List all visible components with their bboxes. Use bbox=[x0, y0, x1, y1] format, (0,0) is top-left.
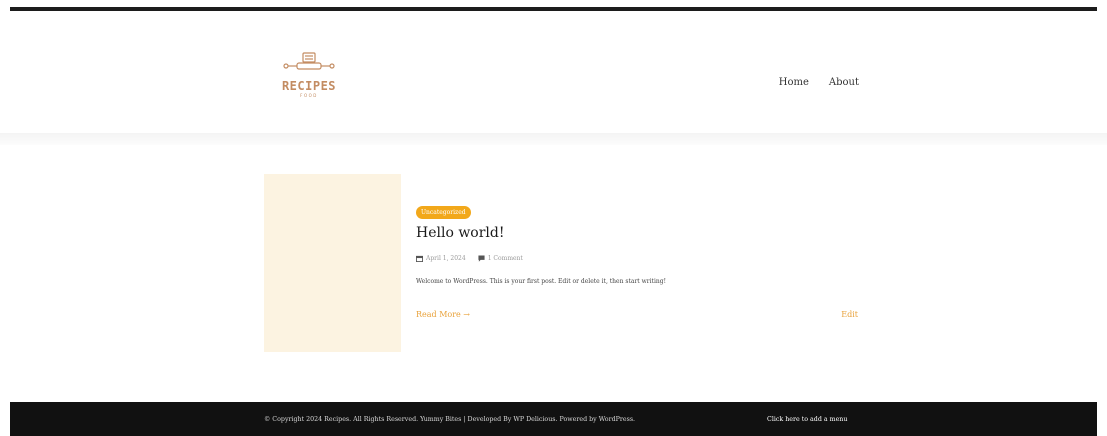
nav-about[interactable]: About bbox=[829, 77, 859, 88]
header-divider bbox=[0, 133, 1107, 145]
post-card: Uncategorized Hello world! April 1, 2024… bbox=[264, 174, 858, 352]
site-footer: © Copyright 2024 Recipes. All Rights Res… bbox=[10, 402, 1097, 436]
read-more-link[interactable]: Read More → bbox=[416, 310, 470, 319]
footer-copyright: © Copyright 2024 Recipes. All Rights Res… bbox=[264, 416, 636, 423]
post-thumbnail[interactable] bbox=[264, 174, 401, 352]
post-meta: April 1, 2024 1 Comment bbox=[416, 255, 523, 262]
category-badge[interactable]: Uncategorized bbox=[416, 206, 471, 219]
comment-icon bbox=[478, 255, 485, 262]
logo-subtext: FOOD bbox=[300, 93, 318, 98]
logo-text: RECIPES bbox=[281, 79, 337, 93]
calendar-icon bbox=[416, 255, 423, 262]
post-comments[interactable]: 1 Comment bbox=[488, 255, 523, 262]
site-logo[interactable]: RECIPES FOOD bbox=[276, 51, 342, 103]
site-header: RECIPES FOOD Home About bbox=[0, 11, 1107, 133]
post-date[interactable]: April 1, 2024 bbox=[426, 255, 466, 262]
rolling-pin-icon bbox=[283, 52, 335, 70]
nav-home[interactable]: Home bbox=[779, 77, 809, 88]
post-title[interactable]: Hello world! bbox=[416, 225, 505, 241]
post-excerpt: Welcome to WordPress. This is your first… bbox=[416, 278, 666, 285]
main-nav: Home About bbox=[779, 77, 859, 88]
footer-menu-link[interactable]: Click here to add a menu bbox=[767, 416, 847, 423]
edit-link[interactable]: Edit bbox=[841, 310, 858, 319]
